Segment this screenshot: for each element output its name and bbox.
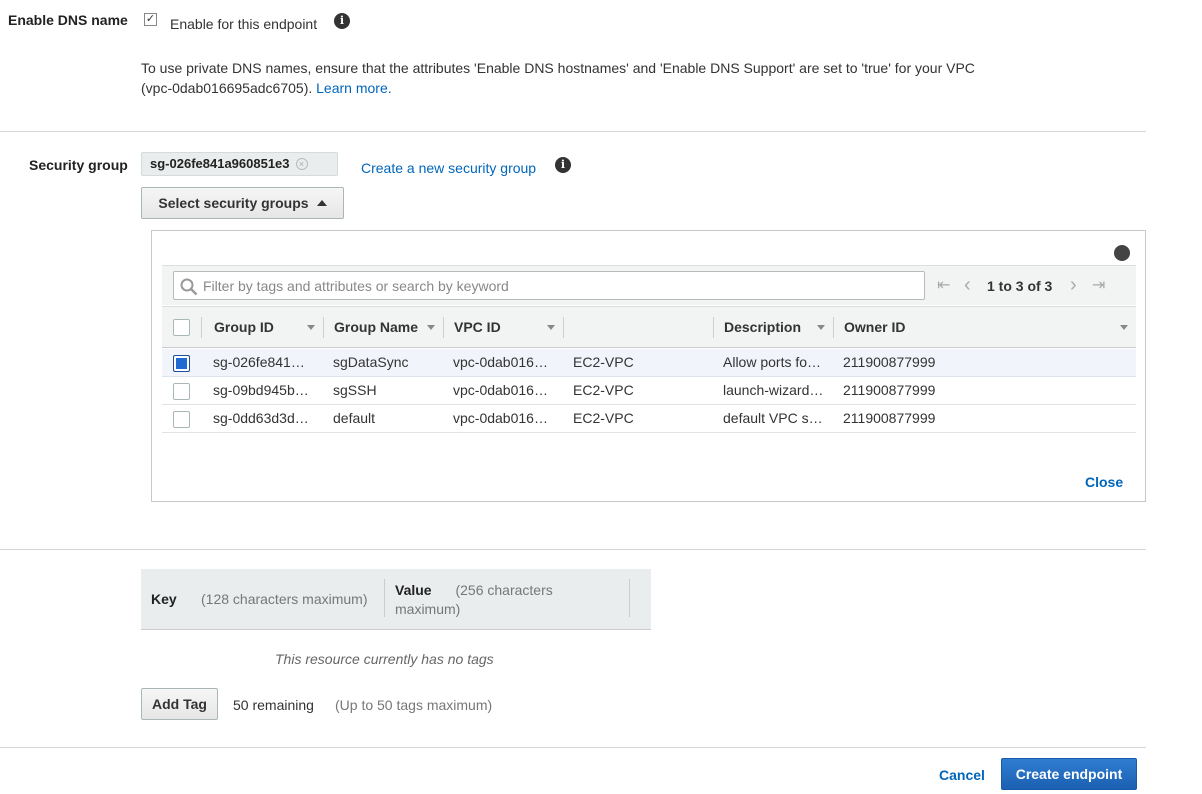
cell-group-name: sgSSH bbox=[333, 382, 377, 398]
tag-value-header: Value (256 characters maximum) bbox=[395, 581, 553, 619]
security-group-token: sg-026fe841a960851e3 × bbox=[141, 152, 338, 176]
divider bbox=[0, 131, 1146, 132]
dns-checkbox[interactable]: ✓ bbox=[144, 13, 157, 26]
caret-up-icon bbox=[316, 200, 327, 206]
check-icon: ✓ bbox=[145, 13, 156, 25]
divider bbox=[0, 747, 1146, 748]
cell-description: Allow ports fo… bbox=[723, 354, 822, 370]
column-separator bbox=[201, 317, 202, 338]
create-security-group-link[interactable]: Create a new security group bbox=[361, 160, 536, 176]
search-placeholder: Filter by tags and attributes or search … bbox=[203, 278, 509, 294]
cell-description: launch-wizard… bbox=[723, 382, 824, 398]
tag-key-hint: (128 characters maximum) bbox=[201, 591, 368, 607]
add-tag-button[interactable]: Add Tag bbox=[141, 688, 218, 720]
info-icon[interactable]: i bbox=[334, 13, 350, 29]
column-separator bbox=[629, 579, 630, 617]
cell-owner-id: 211900877999 bbox=[843, 382, 936, 398]
first-page-icon[interactable]: ⇤ bbox=[937, 275, 950, 295]
prev-page-icon[interactable]: ‹ bbox=[964, 274, 971, 297]
cell-platform: EC2-VPC bbox=[573, 382, 634, 398]
column-header-group-name[interactable]: Group Name bbox=[334, 307, 418, 348]
dns-help-line2: (vpc-0dab016695adc6705). bbox=[141, 80, 313, 96]
tag-key-label: Key bbox=[151, 591, 177, 607]
token-label: sg-026fe841a960851e3 bbox=[150, 156, 290, 171]
column-header-group-id[interactable]: Group ID bbox=[214, 307, 274, 348]
sort-caret-icon[interactable] bbox=[307, 325, 315, 330]
search-icon bbox=[180, 278, 198, 296]
gear-icon[interactable] bbox=[1114, 245, 1130, 261]
info-icon[interactable]: i bbox=[555, 157, 571, 173]
sort-caret-icon[interactable] bbox=[817, 325, 825, 330]
row-checkbox[interactable] bbox=[173, 411, 190, 428]
remove-token-icon[interactable]: × bbox=[295, 158, 308, 170]
create-endpoint-button[interactable]: Create endpoint bbox=[1001, 758, 1137, 790]
tags-table-header: Key (128 characters maximum) Value (256 … bbox=[141, 569, 651, 630]
table-row[interactable]: sg-09bd945b… sgSSH vpc-0dab016… EC2-VPC … bbox=[162, 377, 1136, 405]
column-separator bbox=[713, 317, 714, 338]
next-page-icon[interactable]: › bbox=[1070, 274, 1077, 297]
select-security-groups-label: Select security groups bbox=[158, 195, 309, 211]
dns-help-text: To use private DNS names, ensure that th… bbox=[141, 60, 1041, 96]
sort-caret-icon[interactable] bbox=[1120, 325, 1128, 330]
row-checkbox[interactable] bbox=[173, 355, 190, 372]
select-all-checkbox[interactable] bbox=[173, 319, 190, 336]
security-groups-panel: Filter by tags and attributes or search … bbox=[151, 230, 1146, 502]
column-separator bbox=[384, 579, 385, 617]
cell-vpc-id: vpc-0dab016… bbox=[453, 354, 548, 370]
column-separator bbox=[443, 317, 444, 338]
cell-vpc-id: vpc-0dab016… bbox=[453, 410, 548, 426]
search-input[interactable]: Filter by tags and attributes or search … bbox=[173, 271, 925, 300]
dns-help-line1: To use private DNS names, ensure that th… bbox=[141, 60, 975, 76]
column-separator bbox=[833, 317, 834, 338]
dns-label: Enable DNS name bbox=[8, 12, 128, 28]
cancel-button[interactable]: Cancel bbox=[939, 767, 985, 783]
learn-more-link[interactable]: Learn more bbox=[316, 80, 388, 96]
cell-group-name: default bbox=[333, 410, 376, 426]
cell-group-id: sg-026fe841… bbox=[213, 354, 305, 370]
sort-caret-icon[interactable] bbox=[547, 325, 555, 330]
row-checkbox[interactable] bbox=[173, 383, 190, 400]
cell-platform: EC2-VPC bbox=[573, 354, 634, 370]
tag-value-hint-2: maximum) bbox=[395, 601, 461, 617]
sort-caret-icon[interactable] bbox=[427, 325, 435, 330]
table-body: sg-026fe841… sgDataSync vpc-0dab016… EC2… bbox=[162, 349, 1136, 439]
cell-platform: EC2-VPC bbox=[573, 410, 634, 426]
security-group-label: Security group bbox=[29, 157, 128, 173]
table-row[interactable]: sg-0dd63d3d… default vpc-0dab016… EC2-VP… bbox=[162, 405, 1136, 433]
column-header-owner-id[interactable]: Owner ID bbox=[844, 307, 905, 348]
cell-owner-id: 211900877999 bbox=[843, 354, 936, 370]
close-link[interactable]: Close bbox=[1085, 474, 1123, 490]
column-separator bbox=[563, 317, 564, 338]
column-separator bbox=[323, 317, 324, 338]
pager-text: 1 to 3 of 3 bbox=[987, 278, 1053, 294]
tags-limit-hint: (Up to 50 tags maximum) bbox=[335, 697, 493, 713]
filter-bar: Filter by tags and attributes or search … bbox=[162, 265, 1136, 305]
cell-owner-id: 211900877999 bbox=[843, 410, 936, 426]
last-page-icon[interactable]: ⇥ bbox=[1092, 275, 1105, 295]
cell-group-id: sg-0dd63d3d… bbox=[213, 410, 309, 426]
cell-group-id: sg-09bd945b… bbox=[213, 382, 309, 398]
column-header-vpc-id[interactable]: VPC ID bbox=[454, 307, 501, 348]
cell-description: default VPC s… bbox=[723, 410, 823, 426]
tag-value-hint: (256 characters bbox=[455, 582, 553, 598]
cell-group-name: sgDataSync bbox=[333, 354, 409, 370]
tags-empty-message: This resource currently has no tags bbox=[275, 651, 494, 667]
column-header-description[interactable]: Description bbox=[724, 307, 801, 348]
divider bbox=[0, 549, 1146, 550]
tags-remaining: 50 remaining bbox=[233, 697, 314, 713]
cell-vpc-id: vpc-0dab016… bbox=[453, 382, 548, 398]
table-header: Group ID Group Name VPC ID Description O… bbox=[162, 306, 1136, 348]
select-security-groups-button[interactable]: Select security groups bbox=[141, 187, 344, 219]
table-row[interactable]: sg-026fe841… sgDataSync vpc-0dab016… EC2… bbox=[162, 349, 1136, 377]
tag-value-label: Value bbox=[395, 582, 432, 598]
dns-checkbox-label[interactable]: Enable for this endpoint bbox=[170, 16, 317, 32]
